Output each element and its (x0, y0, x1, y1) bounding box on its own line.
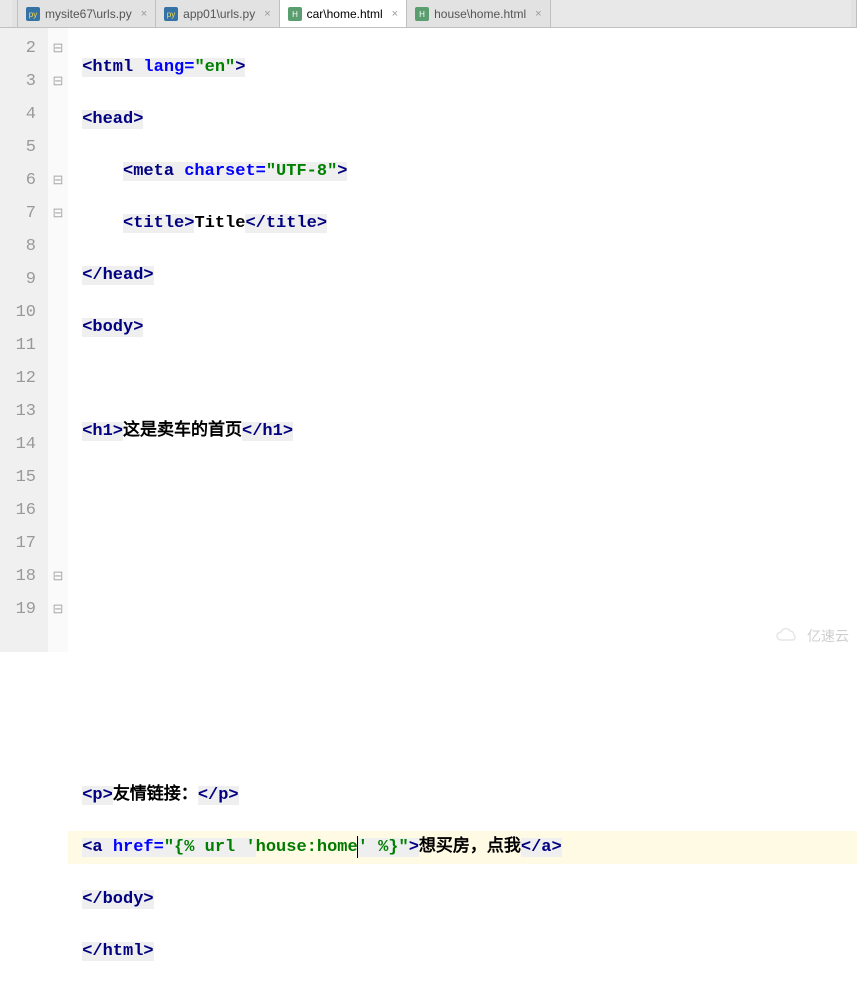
line-number: 17 (0, 527, 48, 560)
code-line[interactable] (68, 571, 857, 604)
line-number: 13 (0, 395, 48, 428)
line-number: 12 (0, 362, 48, 395)
code-editor[interactable]: 2 3 4 5 6 7 8 9 10 11 12 13 14 15 16 17 … (0, 28, 857, 652)
line-number: 9 (0, 263, 48, 296)
code-line[interactable]: </head> (68, 259, 857, 292)
cloud-icon (775, 628, 803, 644)
svg-text:H: H (292, 10, 298, 19)
html-file-icon: H (288, 7, 302, 21)
code-line-active[interactable]: <a href="{% url 'house:home' %}">想买房，点我<… (68, 831, 857, 864)
tab-label: app01\urls.py (183, 7, 255, 21)
line-number: 8 (0, 230, 48, 263)
fold-gutter: ⊟ ⊟ ⊟ ⊟ ⊟ ⊟ (48, 28, 68, 652)
tab-label: house\home.html (434, 7, 526, 21)
code-line[interactable] (68, 623, 857, 656)
svg-text:py: py (167, 10, 175, 19)
line-number: 15 (0, 461, 48, 494)
fold-toggle-icon[interactable]: ⊟ (48, 560, 68, 593)
line-number: 3 (0, 65, 48, 98)
close-icon[interactable]: × (392, 8, 398, 20)
code-area[interactable]: <html lang="en"> <head> <meta charset="U… (68, 28, 857, 652)
code-line[interactable]: <title>Title</title> (68, 207, 857, 240)
tab-label: car\home.html (307, 7, 383, 21)
code-line[interactable]: <html lang="en"> (68, 51, 857, 84)
svg-text:py: py (29, 10, 37, 19)
close-icon[interactable]: × (141, 8, 147, 20)
code-line[interactable]: <h1>这是卖车的首页</h1> (68, 415, 857, 448)
html-file-icon: H (415, 7, 429, 21)
code-line[interactable] (68, 675, 857, 708)
code-line[interactable]: <head> (68, 103, 857, 136)
watermark-text: 亿速云 (807, 626, 849, 646)
code-line[interactable] (68, 467, 857, 500)
python-file-icon: py (26, 7, 40, 21)
close-icon[interactable]: × (264, 8, 270, 20)
line-number: 4 (0, 98, 48, 131)
fold-toggle-icon[interactable]: ⊟ (48, 593, 68, 626)
code-line[interactable]: </body> (68, 883, 857, 916)
line-number: 6 (0, 164, 48, 197)
line-number-gutter: 2 3 4 5 6 7 8 9 10 11 12 13 14 15 16 17 … (0, 28, 48, 652)
fold-toggle-icon[interactable]: ⊟ (48, 65, 68, 98)
fold-toggle-icon[interactable]: ⊟ (48, 164, 68, 197)
tab-bar: py mysite67\urls.py × py app01\urls.py ×… (0, 0, 857, 28)
watermark: 亿速云 (775, 626, 849, 646)
line-number: 5 (0, 131, 48, 164)
close-icon[interactable]: × (535, 8, 541, 20)
line-number: 16 (0, 494, 48, 527)
code-line[interactable]: <meta charset="UTF-8"> (68, 155, 857, 188)
code-line[interactable] (68, 519, 857, 552)
tab-label: mysite67\urls.py (45, 7, 132, 21)
line-number: 2 (0, 32, 48, 65)
code-line[interactable] (68, 727, 857, 760)
svg-text:H: H (419, 10, 425, 19)
tab-app01-urls[interactable]: py app01\urls.py × (156, 0, 279, 27)
python-file-icon: py (164, 7, 178, 21)
tab-house-home[interactable]: H house\home.html × (407, 0, 551, 27)
line-number: 14 (0, 428, 48, 461)
code-line[interactable]: </html> (68, 935, 857, 968)
line-number: 19 (0, 593, 48, 626)
fold-toggle-icon[interactable]: ⊟ (48, 32, 68, 65)
tab-next-sliver (851, 0, 857, 27)
line-number: 18 (0, 560, 48, 593)
line-number: 10 (0, 296, 48, 329)
line-number: 11 (0, 329, 48, 362)
fold-toggle-icon[interactable]: ⊟ (48, 197, 68, 230)
line-number: 7 (0, 197, 48, 230)
tab-car-home[interactable]: H car\home.html × (280, 0, 407, 27)
code-line[interactable]: <p>友情链接：</p> (68, 779, 857, 812)
code-line[interactable] (68, 363, 857, 396)
tab-mysite67-urls[interactable]: py mysite67\urls.py × (18, 0, 156, 27)
code-line[interactable]: <body> (68, 311, 857, 344)
